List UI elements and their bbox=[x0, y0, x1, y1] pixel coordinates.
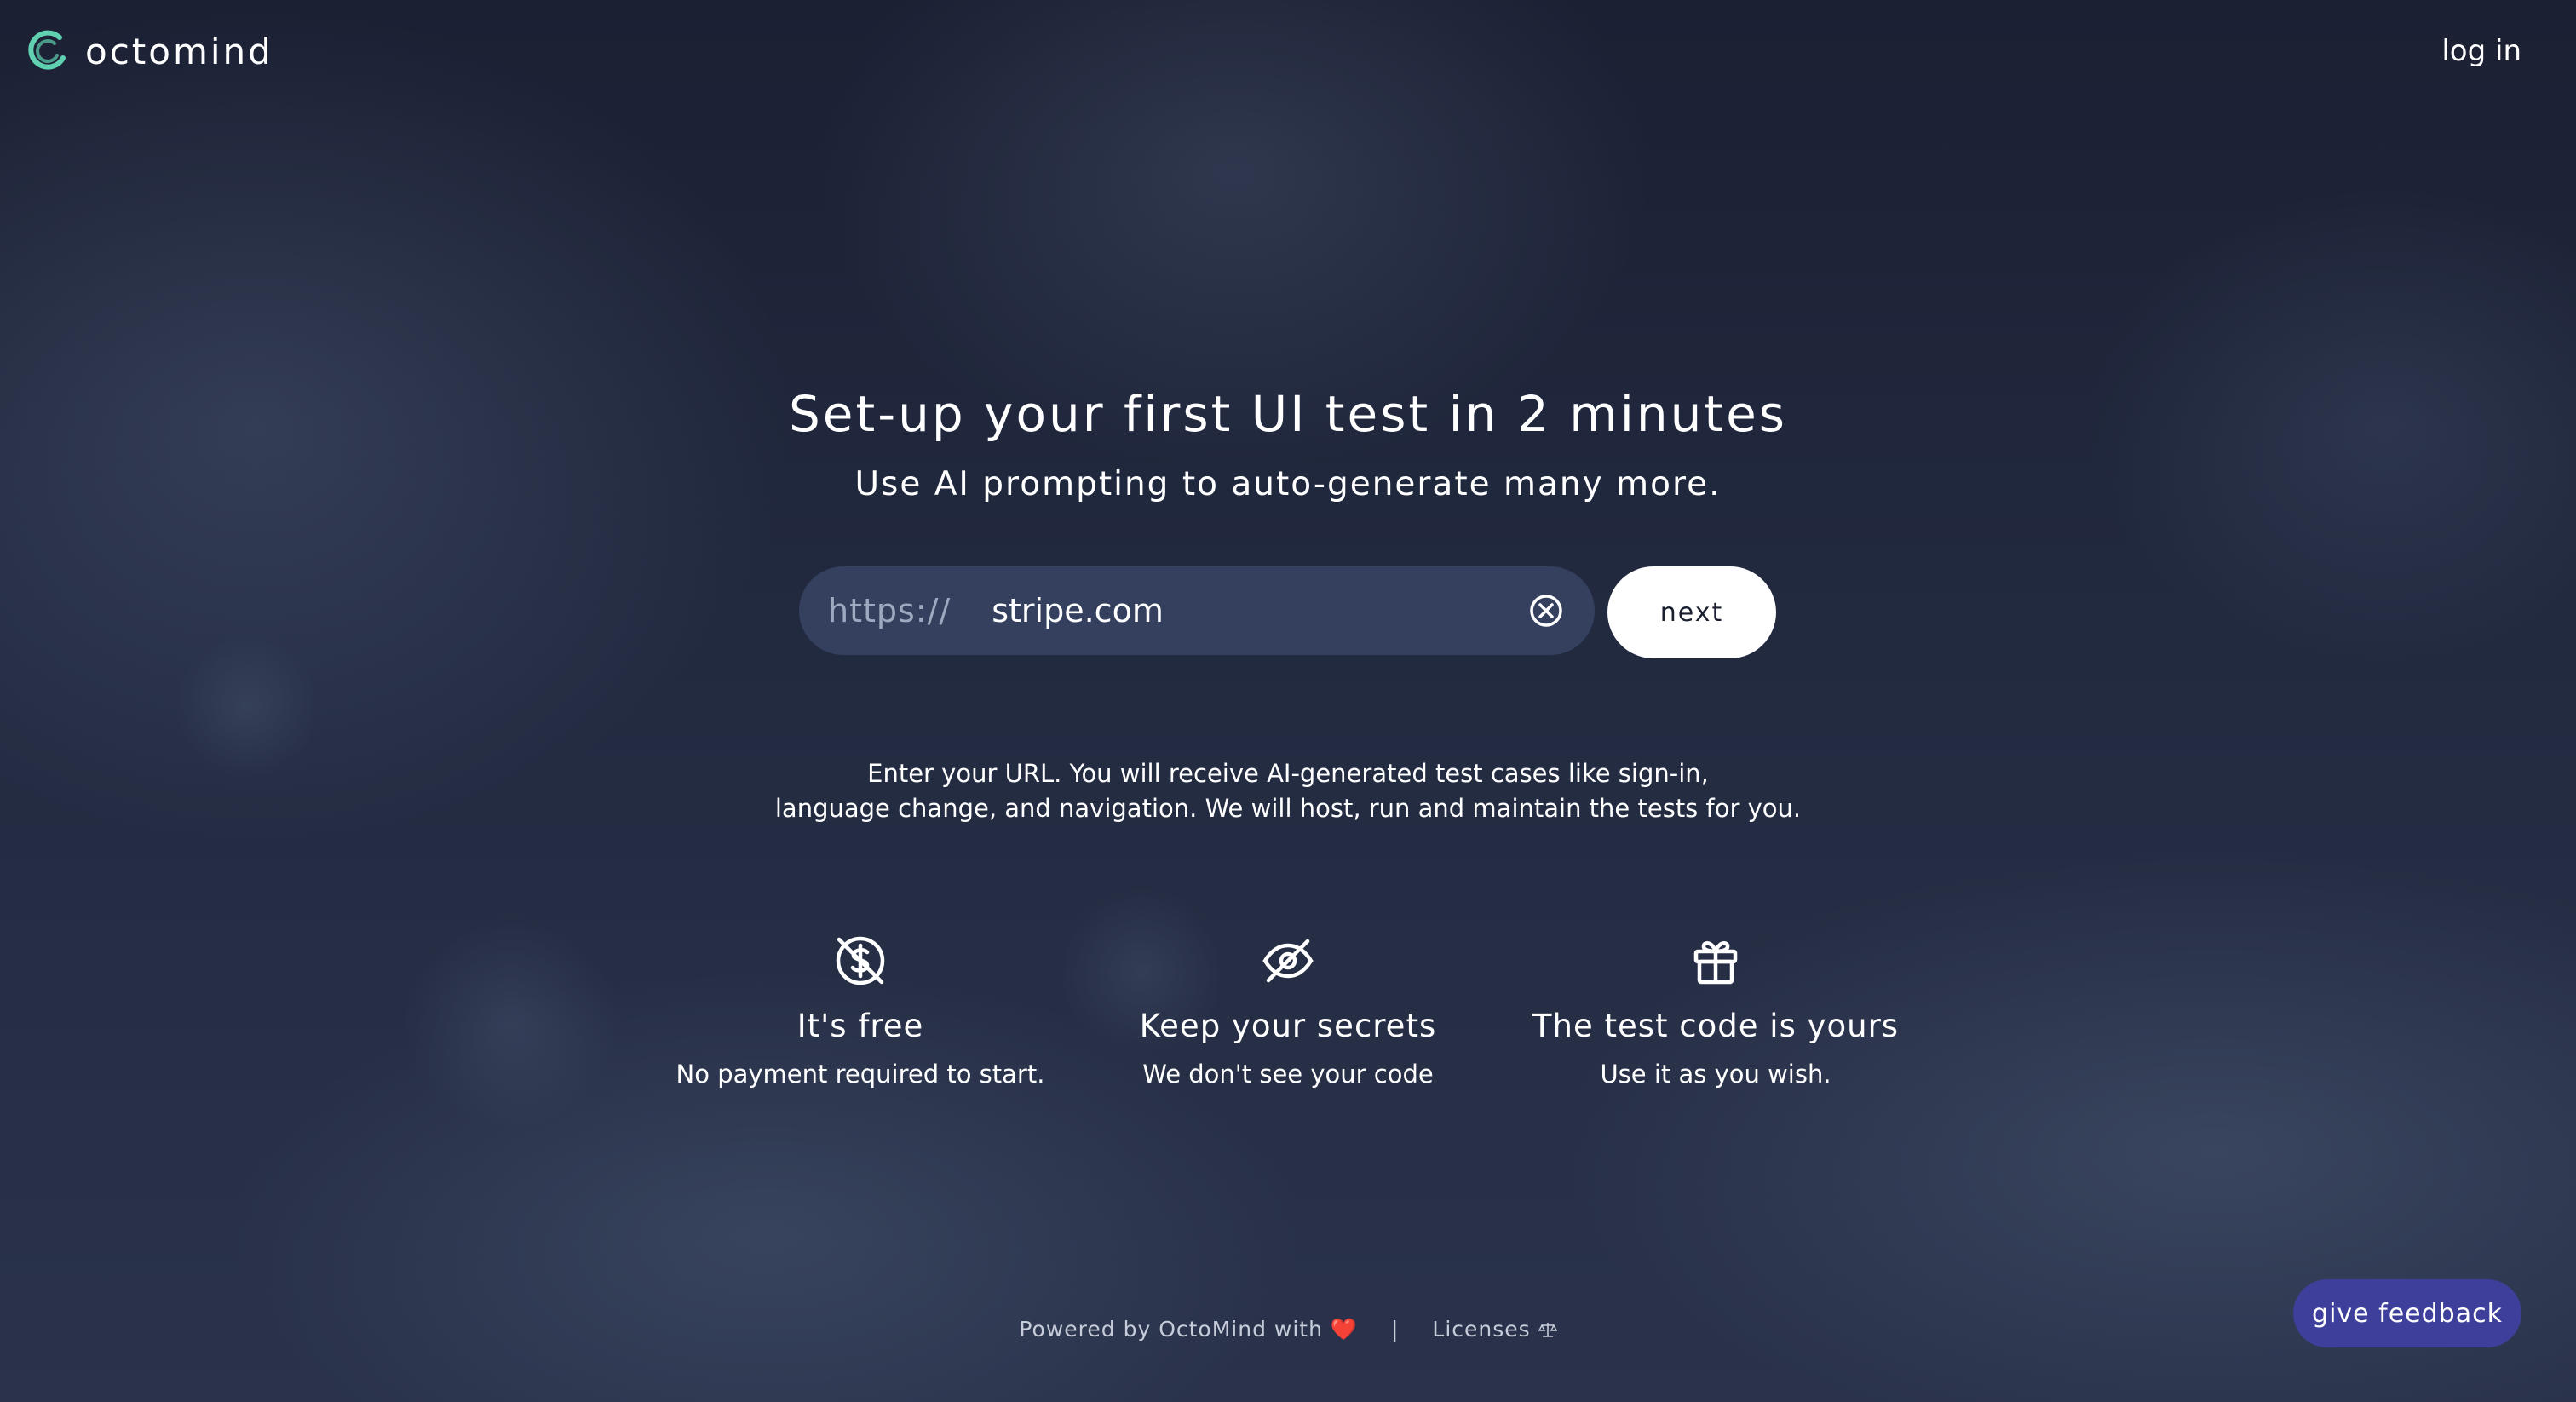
url-prefix: https:// bbox=[828, 592, 952, 629]
licenses-label: Licenses bbox=[1432, 1317, 1531, 1342]
clear-circle-icon bbox=[1530, 595, 1562, 627]
logo[interactable]: octomind bbox=[26, 29, 273, 73]
background bbox=[0, 0, 2576, 1402]
heart-icon: ❤️ bbox=[1330, 1317, 1359, 1342]
url-input[interactable] bbox=[990, 584, 1527, 637]
description: Enter your URL. You will receive AI-gene… bbox=[0, 756, 2576, 826]
page-subtitle: Use AI prompting to auto-generate many m… bbox=[854, 465, 1722, 503]
login-link[interactable]: log in bbox=[2441, 34, 2521, 68]
footer: Powered by OctoMind with ❤️ | Licenses bbox=[0, 1317, 2576, 1342]
feature-description: No payment required to start. bbox=[676, 1060, 1045, 1089]
feature-title: It's free bbox=[796, 1008, 924, 1044]
eye-off-icon bbox=[1262, 939, 1314, 983]
page-title: Set-up your first UI test in 2 minutes bbox=[788, 385, 1788, 443]
powered-by-text: Powered by OctoMind with bbox=[1019, 1317, 1323, 1342]
feature-test-code: The test code is yours Use it as you wis… bbox=[1477, 933, 1954, 1089]
url-input-container: https:// bbox=[799, 566, 1595, 655]
gift-icon bbox=[1693, 941, 1738, 985]
next-button[interactable]: next bbox=[1607, 566, 1776, 658]
feature-description: We don't see your code bbox=[1142, 1060, 1434, 1089]
dollar-off-icon bbox=[836, 936, 885, 985]
feature-title: Keep your secrets bbox=[1139, 1008, 1437, 1044]
footer-separator: | bbox=[1391, 1317, 1400, 1342]
description-line-2: language change, and navigation. We will… bbox=[774, 794, 1802, 823]
licenses-link[interactable]: Licenses bbox=[1432, 1317, 1557, 1342]
feature-description: Use it as you wish. bbox=[1600, 1060, 1831, 1089]
give-feedback-button[interactable]: give feedback bbox=[2293, 1279, 2521, 1347]
clear-url-button[interactable] bbox=[1527, 591, 1566, 630]
octomind-logo-icon bbox=[28, 30, 66, 70]
scale-icon bbox=[1538, 1323, 1557, 1337]
feature-secrets: Keep your secrets We don't see your code bbox=[1049, 933, 1527, 1089]
logo-text: octomind bbox=[85, 30, 273, 72]
feature-free: It's free No payment required to start. bbox=[622, 933, 1099, 1089]
description-line-1: Enter your URL. You will receive AI-gene… bbox=[867, 759, 1709, 788]
feature-title: The test code is yours bbox=[1532, 1008, 1900, 1044]
